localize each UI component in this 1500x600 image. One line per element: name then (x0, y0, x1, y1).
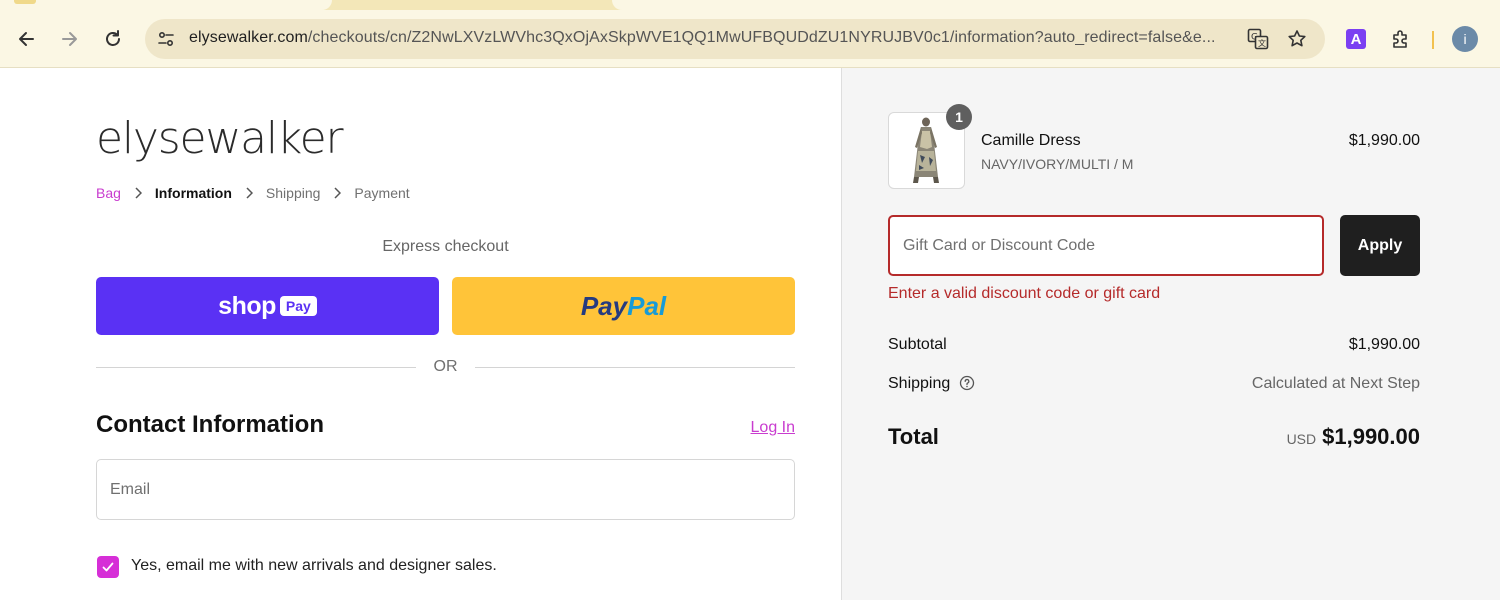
product-name: Camille Dress (981, 132, 1081, 149)
or-label: OR (433, 358, 458, 375)
url-host: elysewalker.com (189, 29, 308, 46)
chevron-right-icon (134, 187, 142, 199)
marketing-checkbox[interactable] (97, 556, 119, 578)
apply-discount-button[interactable]: Apply (1340, 215, 1420, 276)
total-currency: USD (1286, 431, 1317, 447)
tab-strip (0, 0, 1500, 10)
extensions-button[interactable] (1389, 27, 1413, 51)
bookmark-button[interactable] (1285, 27, 1309, 51)
subtotal-label: Subtotal (888, 336, 947, 353)
discount-error-message: Enter a valid discount code or gift card (888, 285, 1161, 302)
express-checkout-label: Express checkout (382, 238, 509, 255)
browser-toolbar: elysewalker.com/checkouts/cn/Z2NwLXVzLWV… (0, 10, 1500, 68)
marketing-checkbox-label[interactable]: Yes, email me with new arrivals and desi… (131, 557, 497, 575)
product-variant: NAVY/IVORY/MULTI / M (981, 156, 1134, 172)
total-label: Total (888, 424, 939, 449)
checkout-main: elysewalker Bag Information Shipping Pay… (0, 68, 841, 600)
paypal-button[interactable]: Pay Pal (452, 277, 795, 335)
contact-information-heading: Contact Information (96, 411, 324, 438)
reload-button[interactable] (97, 23, 129, 55)
breadcrumb-bag[interactable]: Bag (96, 185, 121, 201)
quantity-badge: 1 (946, 104, 972, 130)
subtotal-value: $1,990.00 (1348, 336, 1420, 353)
paypal-logo-part1: Pay (580, 290, 628, 321)
back-icon (19, 32, 34, 46)
toolbar-divider (1432, 31, 1434, 49)
shipping-value: Calculated at Next Step (1251, 375, 1420, 392)
breadcrumb-information: Information (154, 185, 232, 201)
address-bar[interactable]: elysewalker.com/checkouts/cn/Z2NwLXVzLWV… (145, 19, 1325, 59)
breadcrumb-shipping: Shipping (265, 185, 321, 201)
discount-code-input[interactable] (888, 215, 1324, 276)
tab-favicon (14, 0, 36, 4)
url-text[interactable]: elysewalker.com/checkouts/cn/Z2NwLXVzLWV… (189, 29, 1239, 47)
order-summary: 1 Camille Dress NAVY/IVORY/MULTI / M $1,… (841, 68, 1500, 600)
or-divider: OR (96, 357, 795, 377)
paypal-logo-part2: Pal (627, 290, 667, 321)
profile-avatar[interactable]: i (1452, 26, 1478, 52)
puzzle-icon (1393, 30, 1407, 48)
extension-a-icon[interactable]: A (1346, 29, 1366, 49)
star-icon (1288, 30, 1306, 47)
brand-logo[interactable]: elysewalker (96, 113, 344, 164)
svg-text:文: 文 (1258, 38, 1266, 48)
checkmark-icon (102, 562, 114, 572)
help-circle-icon[interactable] (959, 375, 975, 391)
forward-button[interactable] (53, 23, 85, 55)
translate-icon: G文 (1247, 28, 1269, 50)
shop-pay-pill: Pay (279, 296, 317, 316)
shipping-row-label: Shipping (888, 375, 975, 393)
breadcrumb: Bag Information Shipping Payment (96, 185, 410, 201)
translate-button[interactable]: G文 (1246, 27, 1270, 51)
total-value-group: USD $1,990.00 (1142, 424, 1420, 450)
site-info-icon (158, 31, 174, 47)
shipping-label: Shipping (888, 375, 951, 392)
chevron-right-icon (245, 187, 253, 199)
breadcrumb-payment: Payment (354, 185, 410, 201)
active-tab[interactable] (0, 0, 332, 10)
site-info-button[interactable] (153, 26, 179, 52)
log-in-link[interactable]: Log In (720, 419, 795, 437)
reload-icon (106, 30, 120, 46)
shop-pay-logo: shop (218, 291, 276, 320)
chevron-right-icon (333, 187, 342, 199)
total-amount: $1,990.00 (1322, 424, 1420, 449)
email-field[interactable] (96, 459, 795, 520)
url-path: /checkouts/cn/Z2NwLXVzLWVhc3QxOjAxSkpWVE… (307, 29, 1216, 46)
inactive-tab[interactable] (612, 0, 1500, 10)
back-button[interactable] (11, 23, 43, 55)
shop-pay-button[interactable]: shop Pay (96, 277, 439, 335)
product-price: $1,990.00 (1348, 132, 1420, 149)
forward-icon (62, 32, 77, 46)
